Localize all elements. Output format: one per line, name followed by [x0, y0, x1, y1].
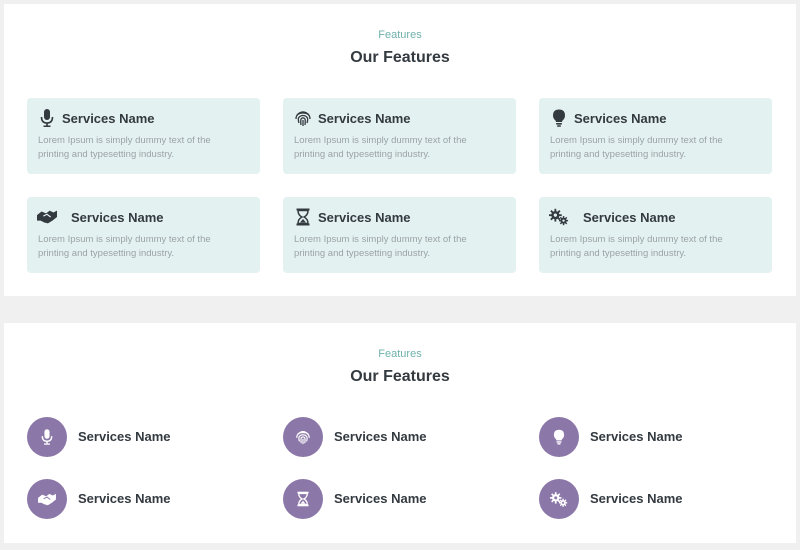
card-title: Services Name — [318, 210, 411, 225]
section-eyebrow: Features — [378, 29, 422, 41]
item-title: Services Name — [78, 429, 171, 444]
microphone-icon — [27, 417, 67, 457]
section-eyebrow: Features — [378, 348, 422, 360]
feature-card[interactable]: Services Name Lorem Ipsum is simply dumm… — [283, 98, 516, 174]
card-title: Services Name — [62, 111, 155, 126]
card-description: Lorem Ipsum is simply dummy text of the … — [550, 234, 723, 259]
feature-item[interactable]: Services Name — [539, 417, 769, 459]
fingerprint-icon — [283, 417, 323, 457]
feature-card[interactable]: Services Name Lorem Ipsum is simply dumm… — [539, 98, 772, 174]
feature-item[interactable]: Services Name — [27, 479, 257, 521]
feature-item[interactable]: Services Name — [283, 479, 513, 521]
lightbulb-icon — [539, 417, 579, 457]
card-title: Services Name — [318, 111, 411, 126]
section-heading: Our Features — [350, 49, 450, 66]
item-title: Services Name — [78, 491, 171, 506]
handshake-icon — [37, 207, 57, 227]
card-description: Lorem Ipsum is simply dummy text of the … — [550, 135, 723, 160]
feature-card[interactable]: Services Name Lorem Ipsum is simply dumm… — [283, 197, 516, 273]
item-title: Services Name — [334, 491, 427, 506]
feature-item[interactable]: Services Name — [539, 479, 769, 521]
card-description: Lorem Ipsum is simply dummy text of the … — [294, 135, 467, 160]
card-title: Services Name — [574, 111, 667, 126]
card-title: Services Name — [583, 210, 676, 225]
item-title: Services Name — [334, 429, 427, 444]
feature-item[interactable]: Services Name — [283, 417, 513, 459]
lightbulb-icon — [549, 108, 569, 128]
item-title: Services Name — [590, 429, 683, 444]
card-description: Lorem Ipsum is simply dummy text of the … — [38, 135, 211, 160]
feature-card[interactable]: Services Name Lorem Ipsum is simply dumm… — [539, 197, 772, 273]
feature-item[interactable]: Services Name — [27, 417, 257, 459]
feature-card[interactable]: Services Name Lorem Ipsum is simply dumm… — [27, 98, 260, 174]
feature-card[interactable]: Services Name Lorem Ipsum is simply dumm… — [27, 197, 260, 273]
microphone-icon — [37, 108, 57, 128]
features-cards-section: Features Our Features Services Name Lore… — [4, 4, 796, 296]
card-description: Lorem Ipsum is simply dummy text of the … — [38, 234, 211, 259]
fingerprint-icon — [293, 108, 313, 128]
card-title: Services Name — [71, 210, 164, 225]
hourglass-icon — [283, 479, 323, 519]
item-title: Services Name — [590, 491, 683, 506]
features-circles-section: Features Our Features Services Name Serv… — [4, 323, 796, 543]
card-description: Lorem Ipsum is simply dummy text of the … — [294, 234, 467, 259]
handshake-icon — [27, 479, 67, 519]
hourglass-icon — [293, 207, 313, 227]
gears-icon — [539, 479, 579, 519]
gears-icon — [549, 207, 569, 227]
section-heading: Our Features — [350, 368, 450, 385]
